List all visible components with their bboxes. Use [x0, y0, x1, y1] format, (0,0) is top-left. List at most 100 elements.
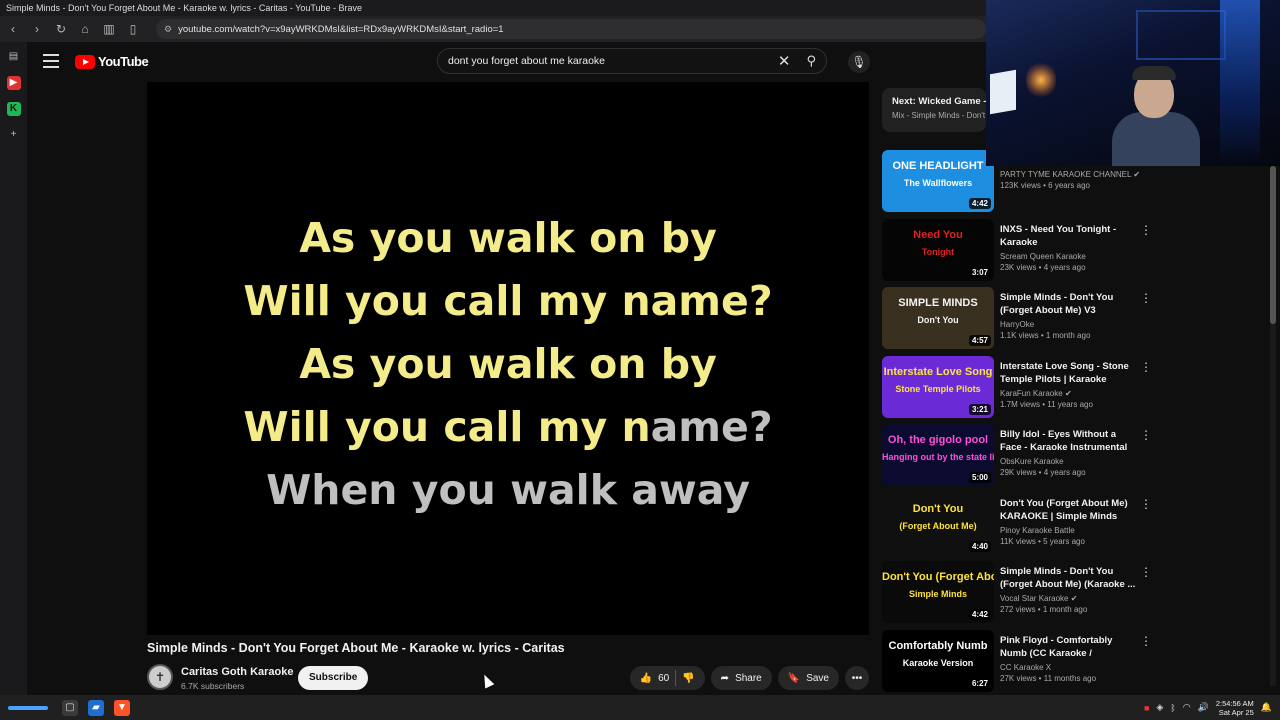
- recommendation-channel[interactable]: PARTY TYME KARAOKE CHANNEL ✔: [1000, 170, 1140, 179]
- recommendation-item[interactable]: Interstate Love Song Stone Temple Pilots…: [882, 354, 1154, 423]
- lyric-line-5: When you walk away: [266, 466, 750, 514]
- recommendation-title[interactable]: Simple Minds - Don't You (Forget About M…: [1000, 291, 1136, 317]
- share-button[interactable]: ➦ Share: [710, 666, 772, 690]
- recommendation-item[interactable]: SIMPLE MINDS Don't You 4:57 Simple Minds…: [882, 285, 1154, 354]
- like-icon[interactable]: 👍: [640, 673, 652, 684]
- video-thumbnail[interactable]: Need You Tonight 3:07: [882, 218, 994, 281]
- menu-icon[interactable]: [43, 54, 59, 68]
- recommendation-meta: Simple Minds - Don't You (Forget About M…: [1000, 291, 1136, 340]
- site-info-icon[interactable]: ⚙: [164, 24, 172, 35]
- notification-icon[interactable]: 🔔: [1261, 702, 1272, 713]
- recommendation-channel[interactable]: CC Karaoke X: [1000, 663, 1136, 672]
- subscribe-button[interactable]: Subscribe: [298, 666, 369, 690]
- bookmark-icon[interactable]: ▯: [126, 22, 140, 36]
- search-input[interactable]: dont you forget about me karaoke ✕ ⚲: [437, 48, 827, 74]
- video-thumbnail[interactable]: ONE HEADLIGHT The Wallflowers 4:42: [882, 150, 994, 212]
- recommendation-meta: Billy Idol - Eyes Without a Face - Karao…: [1000, 428, 1136, 477]
- recommendation-item[interactable]: Comfortably Numb Karaoke Version 6:27 Pi…: [882, 628, 1154, 697]
- video-thumbnail[interactable]: Comfortably Numb Karaoke Version 6:27: [882, 629, 994, 692]
- tray-app-icon[interactable]: ■: [1144, 703, 1149, 713]
- reload-icon[interactable]: ↻: [54, 22, 68, 36]
- address-bar[interactable]: ⚙ youtube.com/watch?v=x9ayWRKDMsI&list=R…: [156, 19, 986, 39]
- recommendation-item[interactable]: Don't You (Forget About Me) 4:40 Don't Y…: [882, 491, 1154, 560]
- clock-time: 2:54:56 AM: [1215, 698, 1254, 708]
- recommendation-views: 27K views • 11 months ago: [1000, 673, 1097, 683]
- clock[interactable]: 2:54:56 AM Sat Apr 25: [1216, 699, 1254, 717]
- tray-volume-icon[interactable]: 🔊: [1198, 702, 1209, 713]
- webcam-person-hat: [1132, 66, 1176, 80]
- taskbar: ▢ ▰ ▼ ■ ◈ ᛒ ◠ 🔊 2:54:56 AM Sat Apr 25 🔔: [0, 695, 1280, 720]
- recommendation-views: 1.7M views • 11 years ago: [1000, 399, 1093, 409]
- youtube-logo[interactable]: YouTube: [75, 54, 149, 69]
- playlist-next-up[interactable]: Next: Wicked Game - C Mix - Simple Minds…: [882, 88, 986, 132]
- scrollbar-thumb[interactable]: [1270, 166, 1276, 324]
- thumbnail-text-2: Tonight: [921, 246, 955, 257]
- clock-date: Sat Apr 25: [1218, 707, 1254, 717]
- add-sidebar-icon[interactable]: +: [7, 128, 21, 142]
- video-thumbnail[interactable]: SIMPLE MINDS Don't You 4:57: [882, 287, 994, 349]
- more-options-icon[interactable]: ⋮: [1140, 428, 1152, 442]
- video-thumbnail[interactable]: Interstate Love Song Stone Temple Pilots…: [882, 355, 994, 418]
- sidebar-panel-icon[interactable]: ▤: [7, 50, 21, 64]
- recommendation-title[interactable]: Interstate Love Song - Stone Temple Pilo…: [1000, 360, 1136, 386]
- recommendation-channel[interactable]: Scream Queen Karaoke: [1000, 252, 1136, 261]
- video-duration: 4:40: [968, 540, 991, 552]
- video-duration: 6:27: [968, 677, 991, 689]
- microphone-icon[interactable]: 🎙: [848, 51, 870, 73]
- webcam-person: [1106, 60, 1206, 166]
- more-icon: •••: [851, 672, 863, 684]
- video-thumbnail[interactable]: Don't You (Forget About Me) Simple Minds…: [882, 561, 994, 623]
- lyric-line-4: Will you call my name?: [147, 396, 869, 459]
- sidebar-toggle-icon[interactable]: ▥: [102, 22, 116, 36]
- recommendation-channel[interactable]: HarryOke: [1000, 320, 1136, 329]
- task-view-icon[interactable]: ▢: [62, 699, 78, 716]
- recommendation-item[interactable]: Oh, the gigolo pool Hanging out by the s…: [882, 422, 1154, 491]
- more-options-icon[interactable]: ⋮: [1140, 634, 1152, 648]
- clear-search-icon[interactable]: ✕: [778, 52, 791, 70]
- recommendation-title[interactable]: Don't You (Forget About Me) KARAOKE | Si…: [1000, 497, 1136, 523]
- recommendation-channel-name: CC Karaoke X: [1000, 662, 1052, 672]
- tray-network-icon[interactable]: ◈: [1156, 702, 1163, 713]
- more-actions-button[interactable]: •••: [845, 666, 869, 690]
- recommendation-channel[interactable]: KaraFun Karaoke ✔: [1000, 389, 1136, 398]
- back-icon[interactable]: ‹: [6, 22, 20, 36]
- more-options-icon[interactable]: ⋮: [1140, 291, 1152, 305]
- app-sidebar-icon[interactable]: K: [6, 102, 21, 116]
- more-options-icon[interactable]: ⋮: [1140, 360, 1152, 374]
- recommendation-title[interactable]: Billy Idol - Eyes Without a Face - Karao…: [1000, 428, 1136, 454]
- youtube-sidebar-icon[interactable]: ▶: [6, 76, 21, 90]
- video-thumbnail[interactable]: Don't You (Forget About Me) 4:40: [882, 492, 994, 555]
- taskbar-search[interactable]: [8, 705, 48, 710]
- more-options-icon[interactable]: ⋮: [1140, 223, 1152, 237]
- tray-wifi-icon[interactable]: ◠: [1183, 702, 1191, 713]
- channel-name[interactable]: Caritas Goth Karaoke: [181, 666, 293, 678]
- file-explorer-icon[interactable]: ▰: [88, 699, 104, 716]
- recommendation-item[interactable]: Need You Tonight 3:07 INXS - Need You To…: [882, 217, 1154, 286]
- more-options-icon[interactable]: ⋮: [1140, 565, 1152, 579]
- recommendation-title[interactable]: INXS - Need You Tonight - Karaoke: [1000, 223, 1136, 249]
- like-count[interactable]: 60: [658, 673, 669, 684]
- video-thumbnail[interactable]: Oh, the gigolo pool Hanging out by the s…: [882, 424, 994, 486]
- recommendation-views: 23K views • 4 years ago: [1000, 262, 1086, 272]
- dislike-icon[interactable]: 👎: [682, 673, 694, 684]
- recommendation-views: 11K views • 5 years ago: [1000, 536, 1085, 546]
- page-scrollbar[interactable]: [1270, 166, 1276, 686]
- recommendation-title[interactable]: Pink Floyd - Comfortably Numb (CC Karaok…: [1000, 634, 1136, 660]
- recommendation-title[interactable]: Simple Minds - Don't You (Forget About M…: [1000, 565, 1136, 591]
- recommendation-channel-name: Scream Queen Karaoke: [1000, 251, 1086, 261]
- recommendation-channel[interactable]: ObsKure Karaoke: [1000, 457, 1136, 466]
- recommendation-channel-name: Vocal Star Karaoke: [1000, 594, 1069, 603]
- home-icon[interactable]: ⌂: [78, 22, 92, 36]
- recommendation-channel[interactable]: Pinoy Karaoke Battle: [1000, 526, 1136, 535]
- channel-avatar[interactable]: ✝: [147, 664, 173, 690]
- more-options-icon[interactable]: ⋮: [1140, 497, 1152, 511]
- video-player[interactable]: As you walk on by Will you call my name?…: [147, 82, 869, 635]
- brave-browser-icon[interactable]: ▼: [114, 699, 130, 716]
- search-icon[interactable]: ⚲: [806, 53, 816, 69]
- recommendation-item[interactable]: Don't You (Forget About Me) Simple Minds…: [882, 559, 1154, 628]
- like-divider: [675, 670, 677, 686]
- save-button[interactable]: 🔖 Save: [777, 666, 839, 690]
- tray-bluetooth-icon[interactable]: ᛒ: [1170, 703, 1175, 713]
- recommendation-channel[interactable]: Vocal Star Karaoke ✔: [1000, 594, 1136, 603]
- forward-icon[interactable]: ›: [30, 22, 44, 36]
